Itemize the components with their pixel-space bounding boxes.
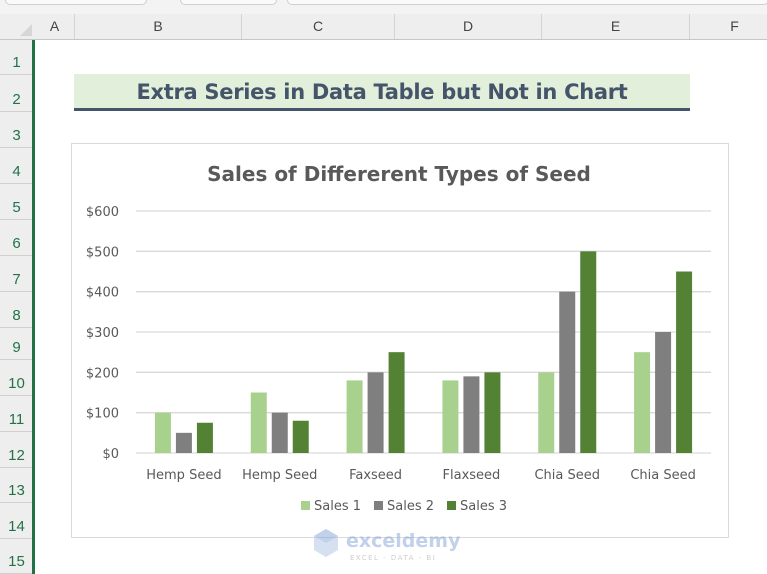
- chart-container[interactable]: Sales of Differerent Types of Seed $0 $10…: [71, 143, 729, 538]
- tab-shape[interactable]: [287, 0, 767, 5]
- row-header-13[interactable]: 13: [0, 468, 33, 503]
- x-tick-label: Flaxseed: [443, 468, 501, 483]
- banner-title: Extra Series in Data Table but Not in Ch…: [136, 80, 628, 104]
- legend-label: Sales 3: [460, 499, 507, 514]
- bar-sales-1: [634, 352, 651, 453]
- column-header-c[interactable]: C: [242, 14, 395, 39]
- y-tick-label: $500: [86, 245, 119, 260]
- row-header-4[interactable]: 4: [0, 148, 33, 184]
- column-chart: Sales of Differerent Types of Seed $0 $10…: [86, 162, 711, 514]
- row-header-bar: 1 2 3 4 5 6 7 8 9 10 11 12 13 14 15: [0, 40, 35, 574]
- bar-sales-1: [442, 380, 459, 453]
- x-tick-label: Hemp Seed: [242, 468, 317, 483]
- row-header-11[interactable]: 11: [0, 396, 33, 432]
- sheet-tab-strip: [0, 0, 767, 14]
- bars: [154, 251, 693, 453]
- y-tick-label: $200: [86, 366, 119, 381]
- row-header-8[interactable]: 8: [0, 292, 33, 328]
- x-tick-label: Chia Seed: [534, 468, 600, 483]
- tab-shape[interactable]: [5, 0, 147, 5]
- row-header-1[interactable]: 1: [0, 40, 33, 75]
- bar-sales-2: [559, 291, 576, 453]
- column-header-e[interactable]: E: [542, 14, 690, 39]
- select-all-corner[interactable]: [0, 14, 35, 39]
- x-tick-label: Faxseed: [349, 468, 402, 483]
- x-axis-labels: Hemp Seed Hemp Seed Faxseed Flaxseed Chia Se…: [146, 468, 696, 483]
- row-selection-indicator: [32, 40, 35, 574]
- x-tick-label: Chia Seed: [630, 468, 696, 483]
- bar-sales-3: [388, 352, 405, 453]
- row-header-7[interactable]: 7: [0, 256, 33, 292]
- legend-swatch: [374, 501, 383, 510]
- legend-label: Sales 1: [314, 499, 361, 514]
- bar-sales-2: [271, 412, 288, 453]
- bar-sales-3: [196, 422, 213, 453]
- bar-sales-3: [676, 271, 693, 453]
- legend-swatch: [301, 501, 310, 510]
- legend: Sales 1 Sales 2 Sales 3: [301, 499, 507, 514]
- bar-sales-1: [154, 412, 171, 453]
- column-header-a[interactable]: A: [35, 14, 75, 39]
- row-header-3[interactable]: 3: [0, 112, 33, 148]
- row-header-9[interactable]: 9: [0, 328, 33, 360]
- watermark-brand: exceldemy: [346, 530, 461, 552]
- row-header-14[interactable]: 14: [0, 503, 33, 539]
- exceldemy-watermark: exceldemy EXCEL - DATA - BI: [312, 527, 472, 567]
- watermark-tagline: EXCEL - DATA - BI: [350, 554, 436, 562]
- row-header-15[interactable]: 15: [0, 539, 33, 574]
- bar-sales-3: [580, 251, 597, 453]
- bar-sales-2: [463, 376, 480, 453]
- bar-sales-1: [538, 372, 555, 453]
- y-tick-label: $600: [86, 205, 119, 220]
- gridlines: [136, 210, 711, 454]
- row-header-10[interactable]: 10: [0, 360, 33, 396]
- row-header-12[interactable]: 12: [0, 432, 33, 468]
- bar-sales-1: [250, 392, 267, 453]
- legend-label: Sales 2: [387, 499, 434, 514]
- bar-sales-3: [292, 420, 309, 453]
- bar-sales-2: [175, 432, 192, 453]
- banner-bottom-border: [74, 108, 690, 111]
- y-tick-label: $0: [102, 447, 119, 462]
- legend-swatch: [447, 501, 456, 510]
- column-header-bar: A B C D E F: [0, 14, 767, 40]
- column-header-d[interactable]: D: [395, 14, 542, 39]
- bar-sales-2: [367, 372, 384, 453]
- row-header-6[interactable]: 6: [0, 220, 33, 256]
- y-tick-label: $400: [86, 286, 119, 301]
- y-tick-label: $100: [86, 407, 119, 422]
- row-header-5[interactable]: 5: [0, 184, 33, 220]
- tab-shape[interactable]: [180, 0, 277, 5]
- y-axis-labels: $0 $100 $200 $300 $400 $500 $600: [86, 205, 119, 462]
- bar-sales-1: [346, 380, 363, 453]
- bar-sales-2: [655, 332, 672, 453]
- y-tick-label: $300: [86, 326, 119, 341]
- row-header-2[interactable]: 2: [0, 75, 33, 112]
- exceldemy-logo-icon: [314, 529, 338, 557]
- select-all-triangle-icon: [20, 24, 32, 36]
- title-banner[interactable]: Extra Series in Data Table but Not in Ch…: [74, 74, 690, 108]
- column-header-b[interactable]: B: [75, 14, 242, 39]
- chart-title: Sales of Differerent Types of Seed: [207, 162, 591, 186]
- bar-sales-3: [484, 372, 501, 453]
- column-header-f[interactable]: F: [690, 14, 767, 39]
- x-tick-label: Hemp Seed: [146, 468, 221, 483]
